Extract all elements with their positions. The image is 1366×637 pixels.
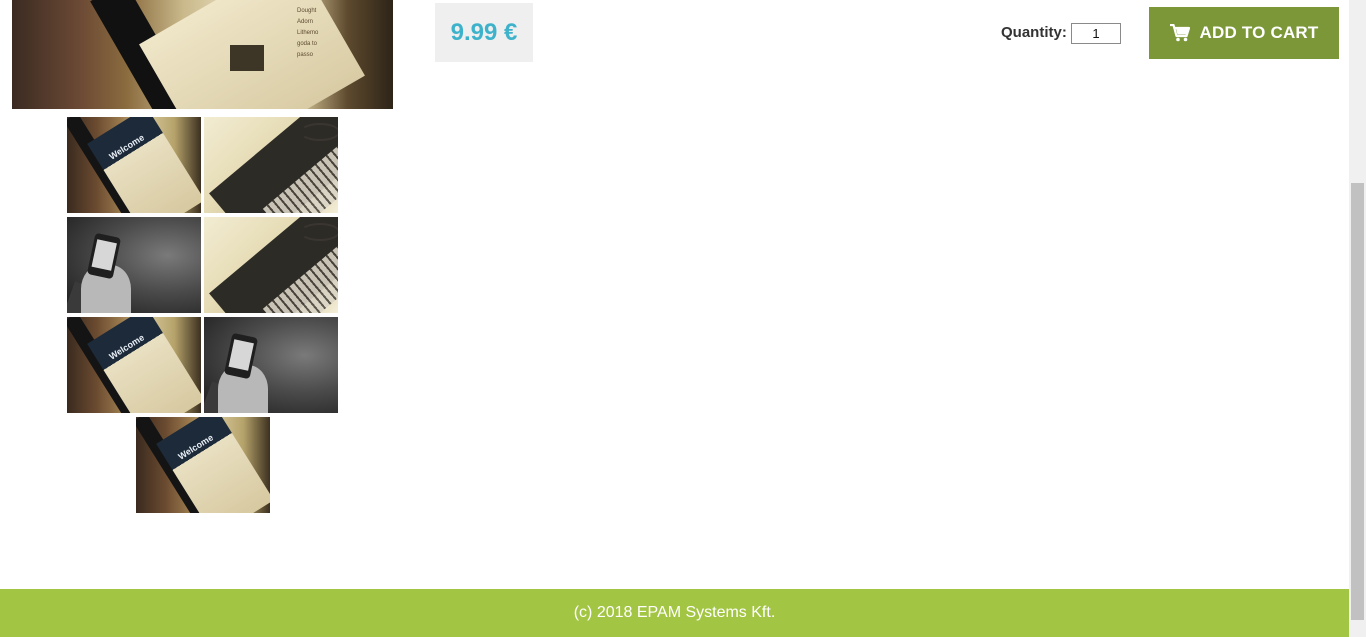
gallery-thumbnail-3[interactable]	[67, 217, 201, 313]
scrollbar-thumb[interactable]	[1351, 183, 1364, 620]
vertical-scrollbar[interactable]	[1349, 0, 1366, 637]
page-footer: (c) 2018 EPAM Systems Kft.	[0, 589, 1349, 637]
product-price: 9.99 €	[450, 18, 518, 46]
shopping-cart-icon	[1169, 24, 1190, 42]
quantity-input[interactable]	[1071, 23, 1121, 44]
quantity-label: Quantity:	[1001, 24, 1067, 41]
gallery-thumbnail-7[interactable]: Welcome	[136, 417, 270, 513]
product-main-image: Dought Adorn Lithemo goda to passo	[12, 0, 393, 109]
add-to-cart-label: ADD TO CART	[1199, 23, 1319, 42]
gallery-thumbnail-6[interactable]	[204, 317, 338, 413]
screen-picture	[230, 45, 264, 71]
screen-text: Dought Adorn Lithemo goda to passo	[297, 8, 319, 58]
price-box: 9.99 €	[435, 3, 533, 62]
gallery-thumbnail-2[interactable]	[204, 117, 338, 213]
copyright-text: (c) 2018 EPAM Systems Kft.	[573, 604, 776, 621]
gallery-thumbnail-4[interactable]	[204, 217, 338, 313]
gallery-thumbnail-5[interactable]: Welcome	[67, 317, 201, 413]
gallery-thumbnail-1[interactable]: Welcome	[67, 117, 201, 213]
add-to-cart-button[interactable]: ADD TO CART	[1149, 7, 1339, 59]
